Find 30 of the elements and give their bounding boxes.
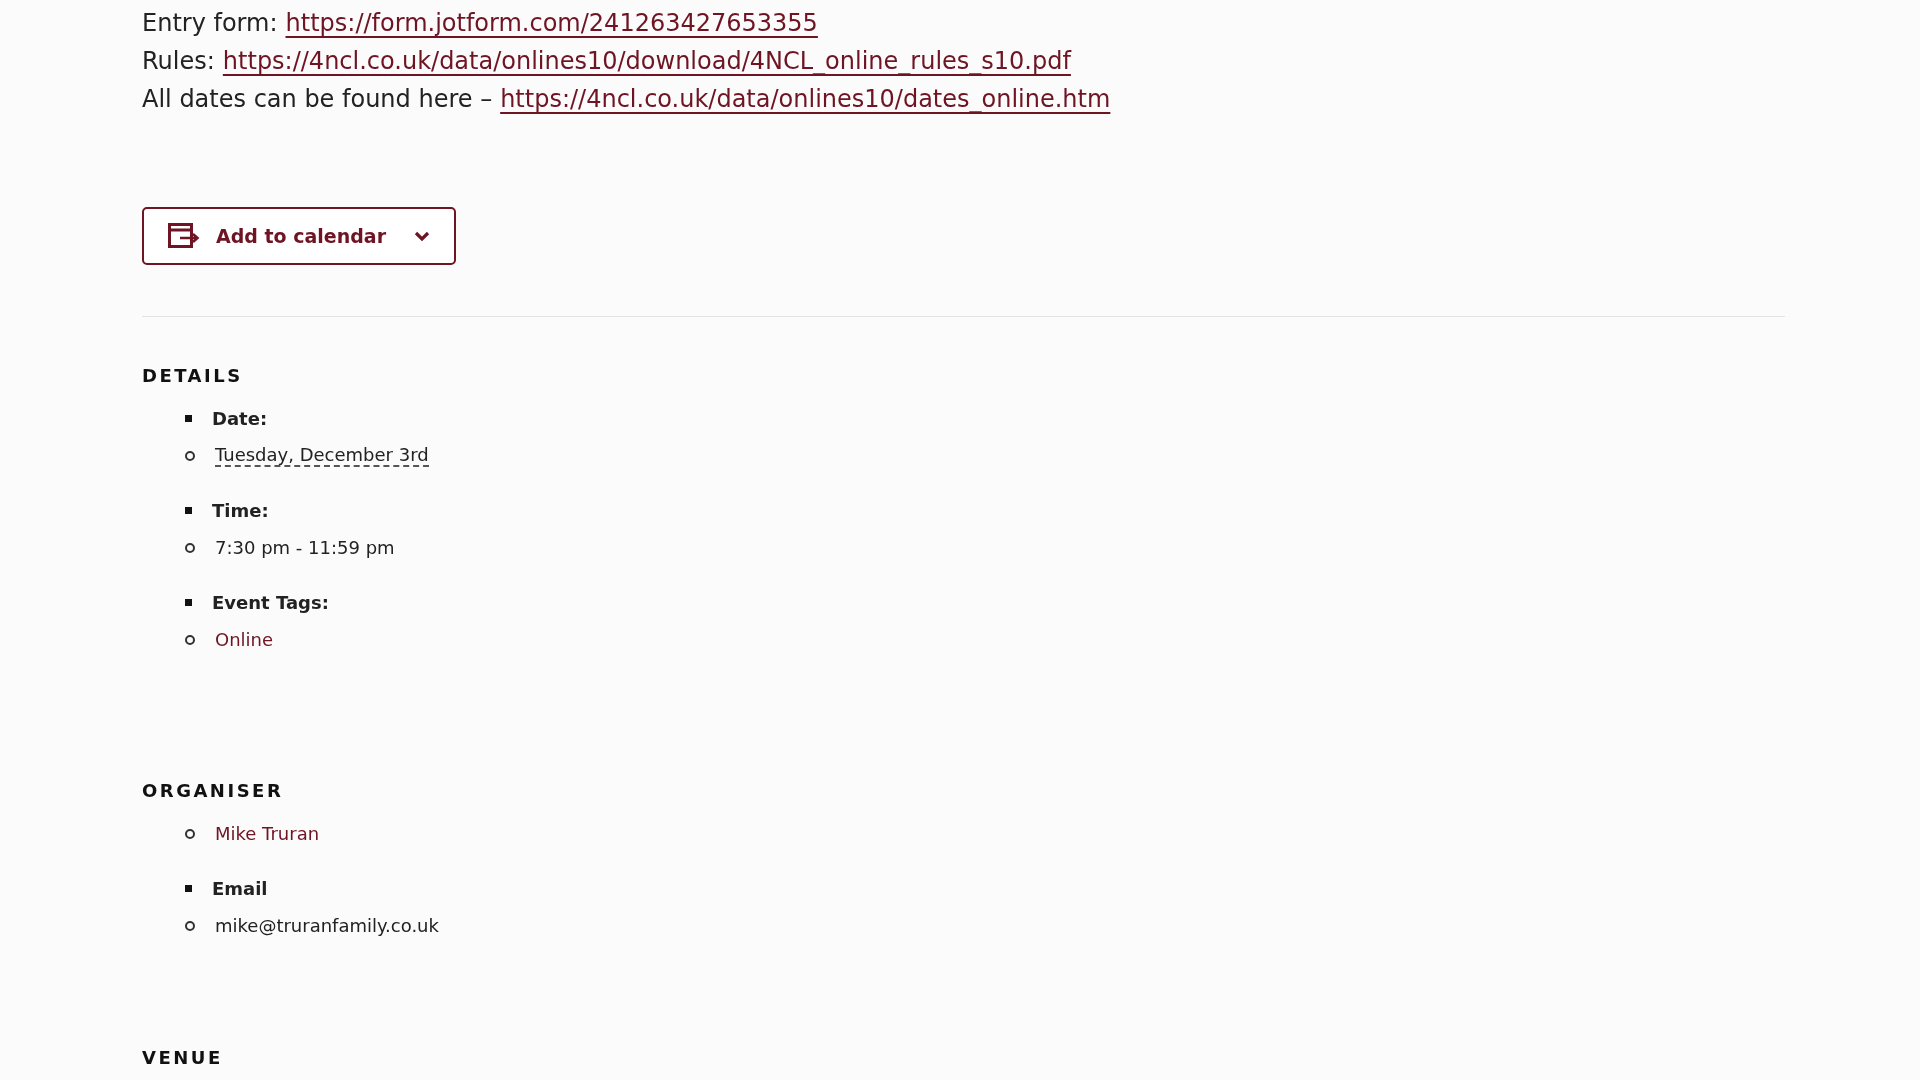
bullet-icon <box>185 415 192 422</box>
bullet-icon <box>185 828 195 839</box>
detail-value: 7:30 pm - 11:59 pm <box>215 537 395 558</box>
section-heading: ORGANISER <box>142 780 285 801</box>
detail-label: Email <box>212 878 268 899</box>
add-to-calendar-button[interactable]: Add to calendar <box>142 207 456 265</box>
tag-link[interactable]: Online <box>215 629 274 650</box>
section-heading: VENUE <box>142 1048 224 1068</box>
bullet-icon <box>185 885 192 892</box>
bullet-icon <box>185 542 195 553</box>
bullet-icon <box>185 507 192 514</box>
url-link[interactable]: https://4ncl.co.uk/data/onlines10/download/4NCL_online_rules_s10.pdf <box>222 47 1071 75</box>
bullet-icon <box>185 450 195 461</box>
bullet-icon <box>185 599 192 606</box>
url-link[interactable]: https://form.jotform.com/241263427653355 <box>285 9 818 37</box>
bullet-icon <box>185 920 195 931</box>
url-link[interactable]: https://4ncl.co.uk/data/onlines10/dates_online.htm <box>500 85 1111 113</box>
detail-label: Date: <box>212 408 268 429</box>
link-label: Entry form: <box>142 9 278 37</box>
bullet-icon <box>185 634 195 645</box>
detail-value: mike@truranfamily.co.uk <box>215 915 439 936</box>
date-value: Tuesday, December 3rd <box>215 443 429 468</box>
tag-link[interactable]: Mike Truran <box>215 823 320 844</box>
link-label: All dates can be found here – <box>142 85 493 113</box>
caret-icon <box>414 230 431 242</box>
detail-label: Event Tags: <box>212 592 329 613</box>
section-heading: DETAILS <box>142 365 244 386</box>
link-label: Rules: <box>142 47 215 75</box>
detail-label: Time: <box>212 500 269 521</box>
calendar-export-icon <box>167 223 200 249</box>
